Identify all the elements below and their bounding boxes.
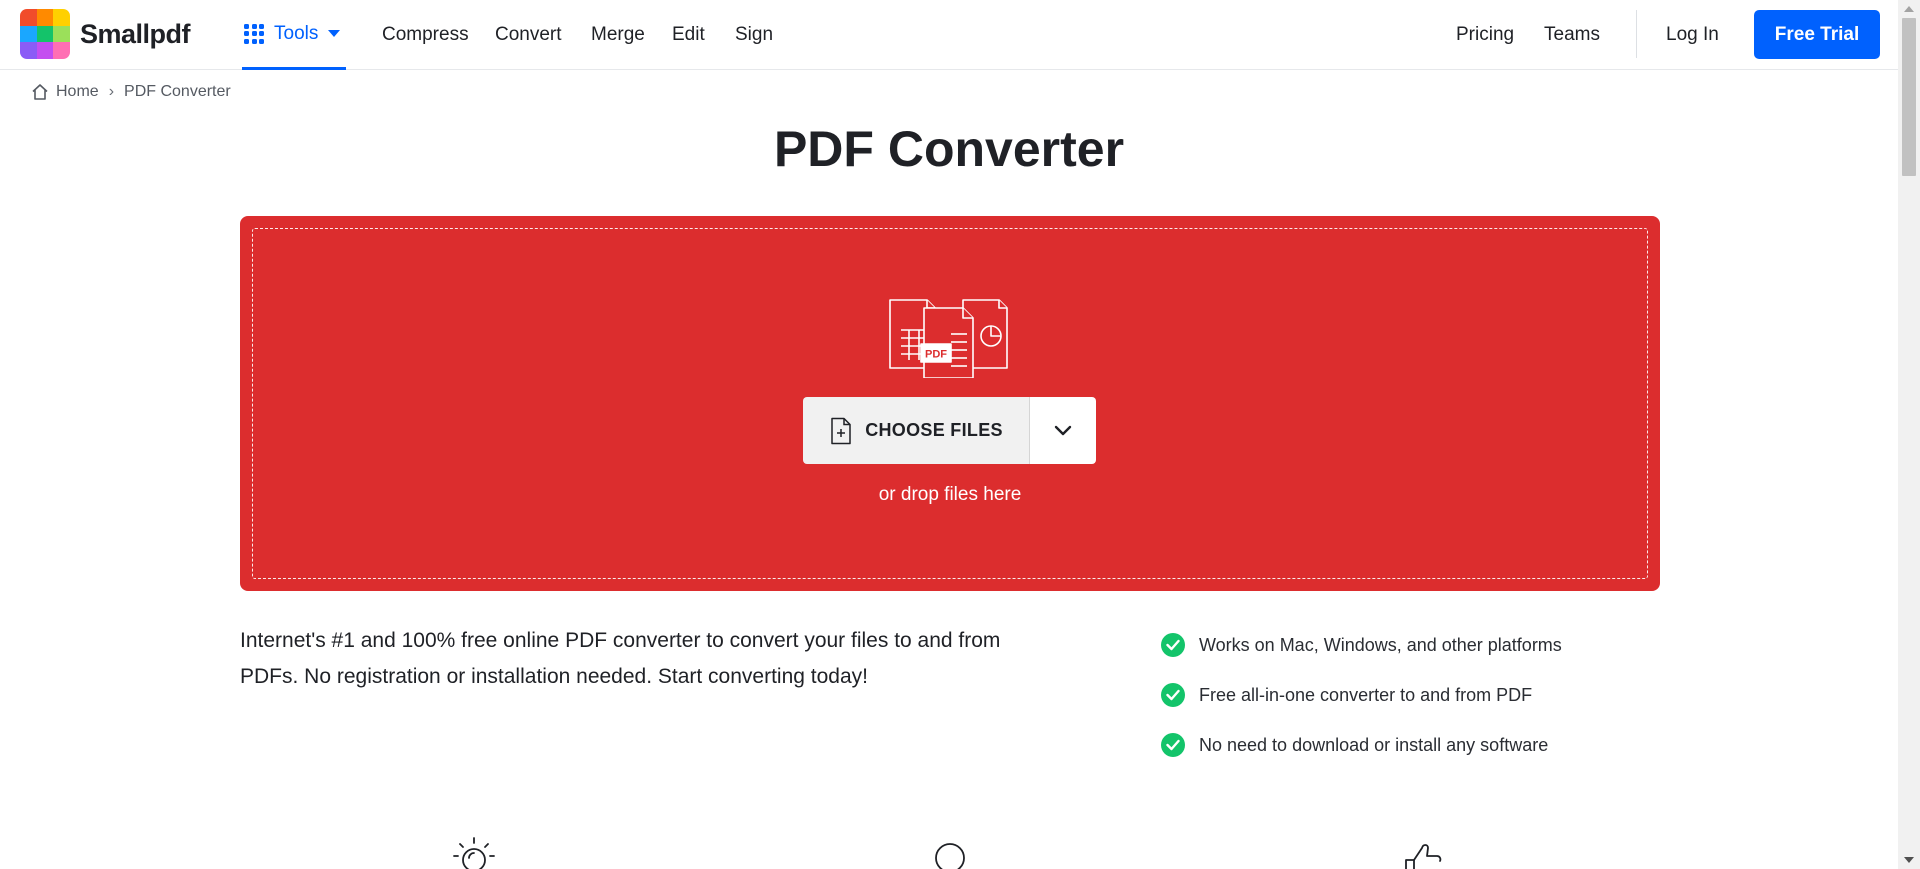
file-add-icon xyxy=(831,417,851,444)
header-divider xyxy=(1636,10,1637,58)
lightbulb-icon xyxy=(453,837,495,869)
choose-files-dropdown-button[interactable] xyxy=(1029,397,1096,464)
smallpdf-logo[interactable]: Smallpdf xyxy=(20,9,191,59)
thumbs-up-icon xyxy=(1405,844,1442,869)
logo-mark-icon xyxy=(20,9,70,59)
page-title: PDF Converter xyxy=(773,121,1125,177)
nav-sign[interactable]: Sign xyxy=(735,0,773,70)
feature-text: No need to download or install any softw… xyxy=(1199,734,1549,755)
feature-item: No need to download or install any softw… xyxy=(1161,720,1562,770)
caret-down-icon xyxy=(328,30,341,37)
page-scrollbar[interactable] xyxy=(1898,0,1920,869)
feature-text: Free all-in-one converter to and from PD… xyxy=(1199,684,1533,705)
login-button[interactable]: Log In xyxy=(1666,0,1719,70)
feature-item: Works on Mac, Windows, and other platfor… xyxy=(1161,620,1562,670)
nav-compress-link[interactable]: Compress xyxy=(382,24,469,46)
breadcrumb-separator: › xyxy=(108,83,115,100)
feature-text: Works on Mac, Windows, and other platfor… xyxy=(1199,634,1562,655)
nav-merge[interactable]: Merge xyxy=(591,0,645,70)
tools-label: Tools xyxy=(274,22,319,44)
feature-list: Works on Mac, Windows, and other platfor… xyxy=(1161,620,1562,770)
check-circle-icon xyxy=(1161,683,1185,707)
nav-convert-link[interactable]: Convert xyxy=(495,24,562,46)
free-trial-button[interactable]: Free Trial xyxy=(1754,10,1880,59)
nav-pricing[interactable]: Pricing xyxy=(1456,0,1514,70)
file-dropzone[interactable]: PDF CHOOSE FILES or drop files here xyxy=(240,216,1660,591)
check-circle-icon xyxy=(1161,633,1185,657)
converter-description: Internet's #1 and 100% free online PDF c… xyxy=(240,629,1001,688)
choose-files-label: CHOOSE FILES xyxy=(865,420,1003,440)
nav-teams[interactable]: Teams xyxy=(1544,0,1600,70)
scroll-thumb[interactable] xyxy=(1902,18,1916,176)
scroll-down-arrow-icon[interactable] xyxy=(1904,857,1914,863)
nav-pricing-link[interactable]: Pricing xyxy=(1456,24,1514,46)
file-formats-illustration-icon: PDF xyxy=(889,299,1008,378)
nav-merge-link[interactable]: Merge xyxy=(591,24,645,46)
top-header: Smallpdf Tools Compress Convert Merge Ed… xyxy=(0,0,1898,70)
grid-icon xyxy=(244,23,264,44)
brand-name: Smallpdf xyxy=(80,18,191,49)
pdf-badge-label: PDF xyxy=(925,349,947,361)
feature-item: Free all-in-one converter to and from PD… xyxy=(1161,670,1562,720)
nav-edit[interactable]: Edit xyxy=(672,0,705,70)
breadcrumb-home-link[interactable]: Home xyxy=(56,83,99,101)
nav-convert[interactable]: Convert xyxy=(495,0,562,70)
breadcrumb-current: PDF Converter xyxy=(124,83,231,100)
nav-compress[interactable]: Compress xyxy=(382,0,469,70)
home-icon xyxy=(32,84,48,100)
nav-edit-link[interactable]: Edit xyxy=(672,24,705,46)
drop-files-hint: or drop files here xyxy=(878,484,1022,505)
tools-menu-button[interactable]: Tools xyxy=(242,0,346,70)
check-circle-icon xyxy=(1161,733,1185,757)
breadcrumb: Home › PDF Converter xyxy=(30,82,231,102)
chevron-down-icon xyxy=(1054,425,1072,435)
scroll-up-arrow-icon[interactable] xyxy=(1904,6,1914,12)
nav-teams-link[interactable]: Teams xyxy=(1544,24,1600,46)
circle-icon xyxy=(935,843,965,869)
nav-sign-link[interactable]: Sign xyxy=(735,24,773,46)
choose-files-button[interactable]: CHOOSE FILES xyxy=(803,397,1029,464)
